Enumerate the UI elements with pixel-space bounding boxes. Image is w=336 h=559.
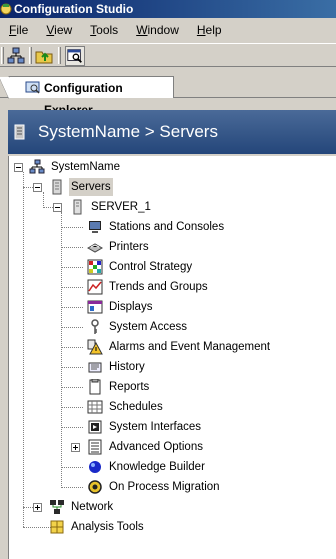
tree-label-servers: Servers — [69, 178, 113, 196]
printer-icon — [87, 243, 103, 253]
page-header: SystemName > Servers — [8, 110, 336, 154]
menu-help-label: elp — [205, 23, 222, 37]
find-window-icon[interactable] — [65, 46, 85, 66]
collapse-root-toggle[interactable] — [14, 163, 23, 172]
tree-line — [61, 387, 83, 388]
tree-label-reports: Reports — [109, 381, 150, 393]
tree-label-stations-and-consoles: Stations and Consoles — [109, 221, 225, 233]
tree-line — [43, 207, 53, 208]
migration-gear-icon — [88, 480, 102, 494]
menu-tools-label: ools — [96, 23, 119, 37]
advanced-options-icon — [88, 439, 102, 455]
explorer-icon — [25, 81, 40, 94]
menu-window-accel: W — [136, 23, 148, 37]
tree-line — [61, 327, 83, 328]
menu-file[interactable]: File — [0, 20, 37, 40]
expand-network-toggle[interactable] — [33, 503, 42, 512]
menu-file-label: ile — [16, 23, 29, 37]
tree-line — [61, 347, 83, 348]
tree-line — [23, 507, 33, 508]
server-icon — [14, 124, 25, 140]
tree-label-printers: Printers — [109, 241, 149, 253]
tree-label-network: Network — [71, 501, 114, 513]
schedules-icon — [87, 400, 103, 414]
toolbar-grip[interactable] — [1, 47, 4, 64]
app-icon — [0, 3, 12, 15]
menu-view-label: iew — [54, 23, 73, 37]
alarm-warning-icon — [87, 339, 103, 355]
expand-advanced-options-toggle[interactable] — [71, 443, 80, 452]
menu-view-accel: V — [46, 23, 55, 37]
server-icon — [73, 199, 82, 215]
displays-icon — [87, 300, 103, 314]
collapse-server1-toggle[interactable] — [53, 203, 62, 212]
history-icon — [88, 362, 102, 373]
tree-label-system-interfaces: System Interfaces — [109, 421, 202, 433]
menu-window-label: indow — [147, 23, 179, 37]
tab-configuration-explorer[interactable]: Configuration Explorer — [0, 76, 174, 117]
network-tree-icon[interactable] — [6, 46, 26, 66]
title-bar: Configuration Studio — [0, 0, 336, 18]
menu-help[interactable]: Help — [188, 20, 231, 40]
page-title: SystemName > Servers — [38, 122, 218, 141]
network-icon — [50, 500, 64, 514]
control-strategy-icon — [87, 259, 103, 275]
tree-label-history: History — [109, 361, 145, 373]
panel-border — [0, 98, 8, 559]
tree-line — [23, 187, 33, 188]
toolbar-separator-2 — [58, 47, 61, 64]
tree-line — [61, 307, 83, 308]
tree-line — [43, 192, 44, 208]
menu-view[interactable]: View — [37, 20, 81, 40]
tree-label-systemname: SystemName — [51, 161, 121, 173]
tree-label-control-strategy: Control Strategy — [109, 261, 193, 273]
menu-help-accel: H — [196, 23, 206, 37]
reports-icon — [89, 379, 101, 395]
tree-label-server-1: SERVER_1 — [91, 201, 151, 213]
tree-line — [61, 247, 83, 248]
tab-strip: Configuration Explorer — [0, 76, 336, 117]
tree-line — [61, 407, 83, 408]
menu-window[interactable]: Window — [127, 20, 188, 40]
tree-label-system-access: System Access — [109, 321, 187, 333]
analysis-tools-icon — [50, 520, 64, 534]
tree-label-analysis-tools: Analysis Tools — [71, 521, 144, 533]
tree-label-on-process-migration: On Process Migration — [109, 481, 220, 493]
window-title: Configuration Studio — [14, 2, 134, 16]
toolbar — [0, 43, 336, 67]
toolbar-separator — [29, 47, 32, 64]
servers-icon — [52, 179, 62, 195]
tree-line — [61, 367, 83, 368]
tree-line — [61, 287, 83, 288]
stations-consoles-icon — [89, 221, 101, 233]
menu-bar: File View Tools Window Help — [0, 20, 336, 40]
tree-label-trends-and-groups: Trends and Groups — [109, 281, 208, 293]
tree-line — [61, 227, 83, 228]
collapse-servers-toggle[interactable] — [33, 183, 42, 192]
tree-line — [61, 467, 83, 468]
system-interfaces-icon — [88, 420, 102, 434]
tree-label-schedules: Schedules — [109, 401, 163, 413]
menu-tools[interactable]: Tools — [81, 20, 127, 40]
tree-line — [23, 527, 51, 528]
configuration-tree: SystemName Servers SERVER_1 Stations and… — [8, 156, 336, 559]
system-network-icon — [29, 159, 45, 174]
up-folder-icon[interactable] — [34, 46, 54, 66]
knowledge-builder-icon — [89, 461, 101, 473]
tree-line — [61, 427, 83, 428]
tree-label-displays: Displays — [109, 301, 153, 313]
tree-line — [61, 267, 83, 268]
tree-label-alarms-and-event-management: Alarms and Event Management — [109, 341, 271, 353]
tree-line — [61, 212, 62, 488]
tree-line — [23, 172, 24, 527]
tree-line — [61, 487, 83, 488]
key-icon — [91, 319, 99, 334]
tree-label-advanced-options: Advanced Options — [109, 441, 203, 453]
tree-label-knowledge-builder: Knowledge Builder — [109, 461, 205, 473]
trends-groups-icon — [87, 279, 103, 295]
